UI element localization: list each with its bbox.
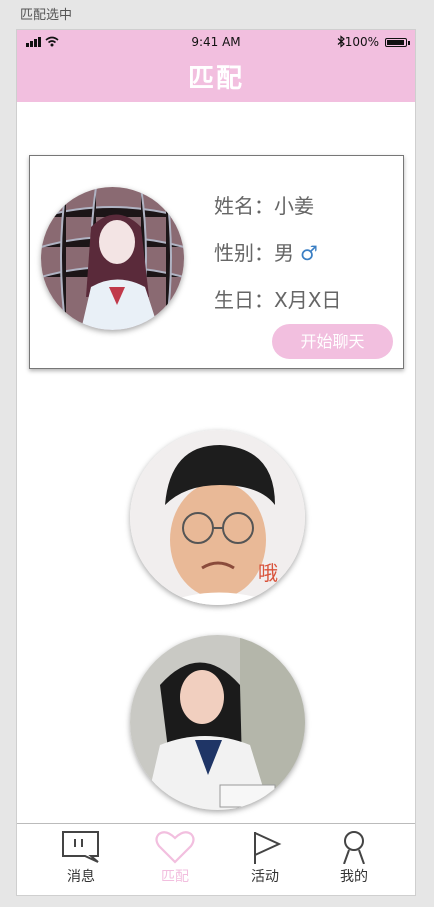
birthday-label: 生日： [214, 288, 274, 312]
name-value: 小姜 [274, 194, 314, 218]
gender-label: 性别： [214, 241, 274, 265]
name-row: 姓名：小姜 [214, 190, 314, 219]
profile-card: 姓名：小姜 性别：男 ♂ 生日：X月X日 开始聊天 [29, 155, 404, 369]
battery-icon [385, 38, 410, 47]
person-icon [343, 831, 365, 864]
male-symbol-icon: ♂ [300, 241, 318, 265]
tab-label: 活动 [251, 869, 279, 885]
exclaim-text: 哦 [258, 561, 278, 585]
status-bar: 9:41 AM 100% [17, 30, 415, 54]
tab-bar: 消息 匹配 活动 我的 [17, 823, 415, 895]
name-label: 姓名： [214, 194, 274, 218]
heart-icon [155, 831, 195, 864]
gender-value: 男 [274, 241, 294, 265]
recommended-avatar-2[interactable] [130, 635, 305, 810]
message-icon [62, 831, 99, 863]
page-label: 匹配选中 [20, 8, 73, 23]
recommended-avatar[interactable]: 哦 [130, 430, 305, 605]
tab-activity[interactable]: 活动 [235, 824, 295, 886]
flag-icon [254, 832, 282, 864]
gender-row: 性别：男 ♂ [214, 237, 318, 266]
profile-avatar[interactable] [41, 187, 184, 330]
phone-screen: 9:41 AM 100% 匹配 姓名：小姜 性别：男 ♂ 生日：X月X日 开始聊… [16, 29, 416, 896]
page-title: 匹配 [187, 64, 244, 94]
tab-label: 我的 [340, 869, 368, 885]
tab-label: 匹配 [161, 869, 189, 885]
battery-percent: 100% [344, 35, 379, 49]
tab-messages[interactable]: 消息 [51, 824, 111, 886]
header: 9:41 AM 100% 匹配 [17, 30, 415, 102]
birthday-row: 生日：X月X日 [214, 284, 341, 313]
tab-match[interactable]: 匹配 [145, 824, 205, 886]
start-chat-button[interactable]: 开始聊天 [272, 324, 393, 359]
tab-profile[interactable]: 我的 [324, 824, 384, 886]
tab-label: 消息 [67, 869, 95, 885]
birthday-value: X月X日 [274, 288, 342, 312]
